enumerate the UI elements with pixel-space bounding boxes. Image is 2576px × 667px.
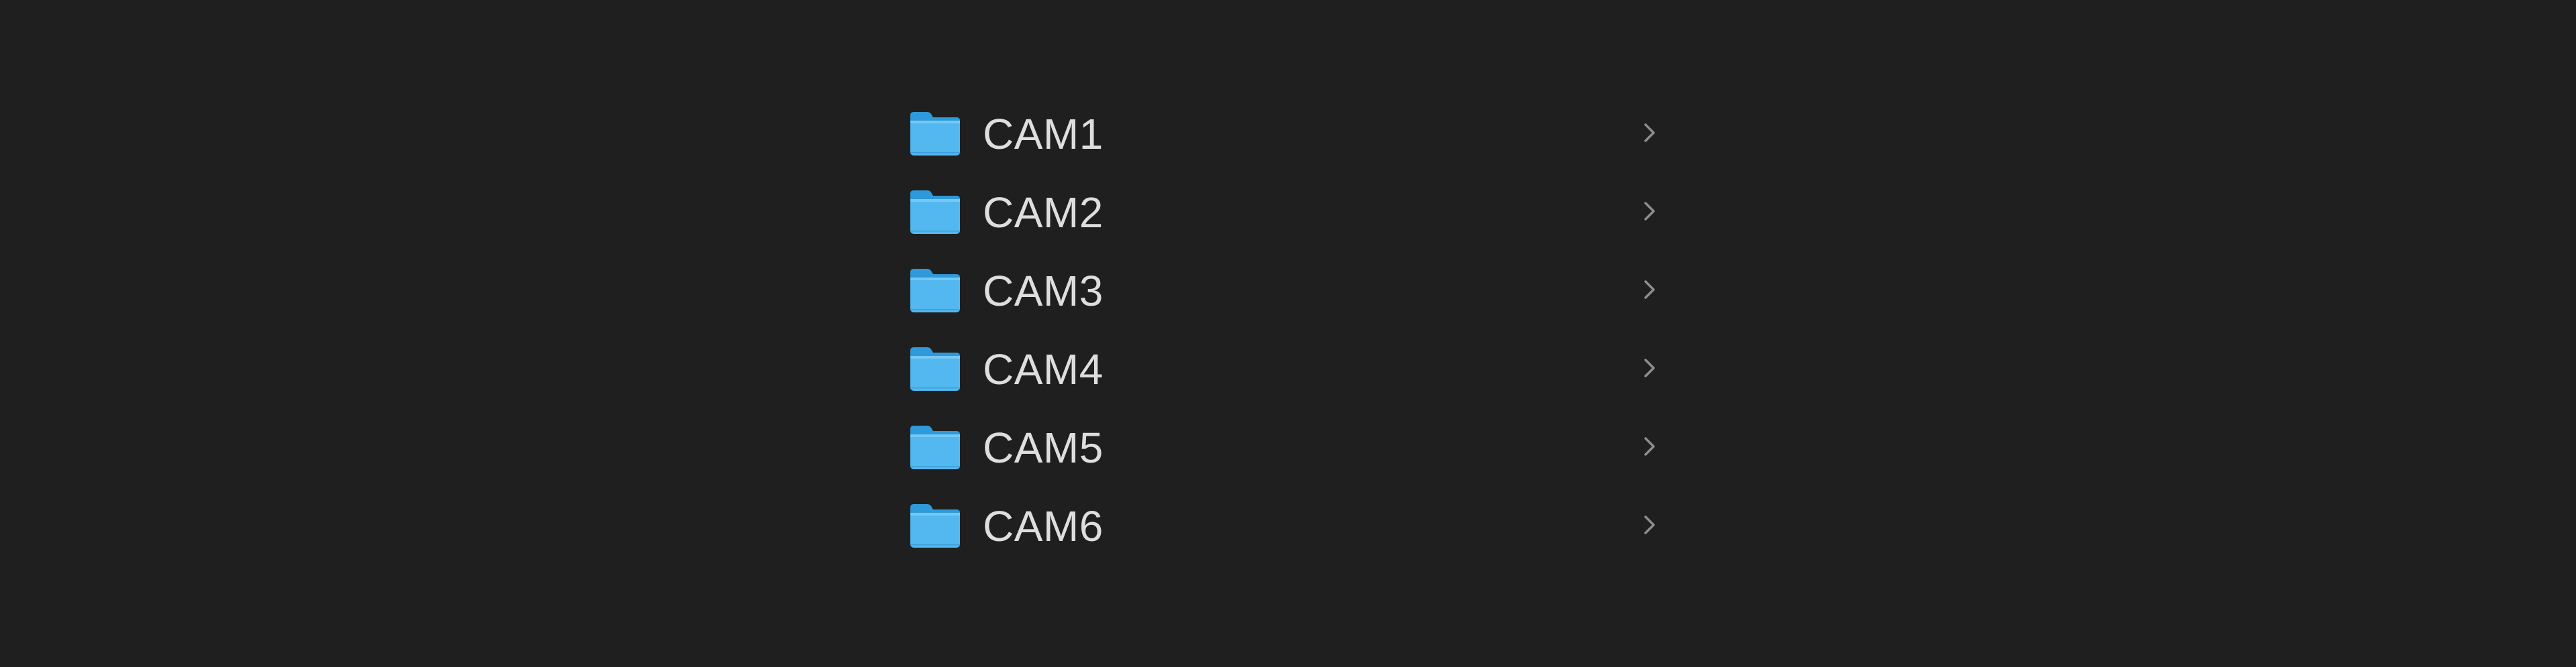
folder-name: CAM4 (983, 345, 1104, 393)
folder-icon (909, 188, 961, 235)
folder-name: CAM5 (983, 424, 1104, 472)
folder-row-cam3[interactable]: CAM3 (892, 251, 1670, 328)
folder-icon (909, 424, 961, 471)
folder-row-cam2[interactable]: CAM2 (892, 172, 1670, 250)
chevron-right-icon (1642, 511, 1658, 538)
folder-icon (909, 267, 961, 314)
folder-row-cam1[interactable]: CAM1 (892, 94, 1670, 172)
folder-row-cam5[interactable]: CAM5 (892, 408, 1670, 485)
chevron-right-icon (1642, 198, 1658, 225)
finder-column: CAM1 CAM2 CAM3 CAM4 CAM5 CAM6 (892, 94, 1670, 577)
folder-icon (909, 110, 961, 157)
folder-row-cam4[interactable]: CAM4 (892, 329, 1670, 407)
chevron-right-icon (1642, 119, 1658, 146)
folder-icon (909, 345, 961, 392)
folder-name: CAM2 (983, 188, 1104, 237)
folder-row-cam6[interactable]: CAM6 (892, 486, 1670, 564)
chevron-right-icon (1642, 433, 1658, 460)
folder-name: CAM1 (983, 110, 1104, 158)
folder-name: CAM3 (983, 267, 1104, 315)
folder-icon (909, 502, 961, 549)
chevron-right-icon (1642, 355, 1658, 381)
folder-name: CAM6 (983, 502, 1104, 550)
chevron-right-icon (1642, 276, 1658, 303)
